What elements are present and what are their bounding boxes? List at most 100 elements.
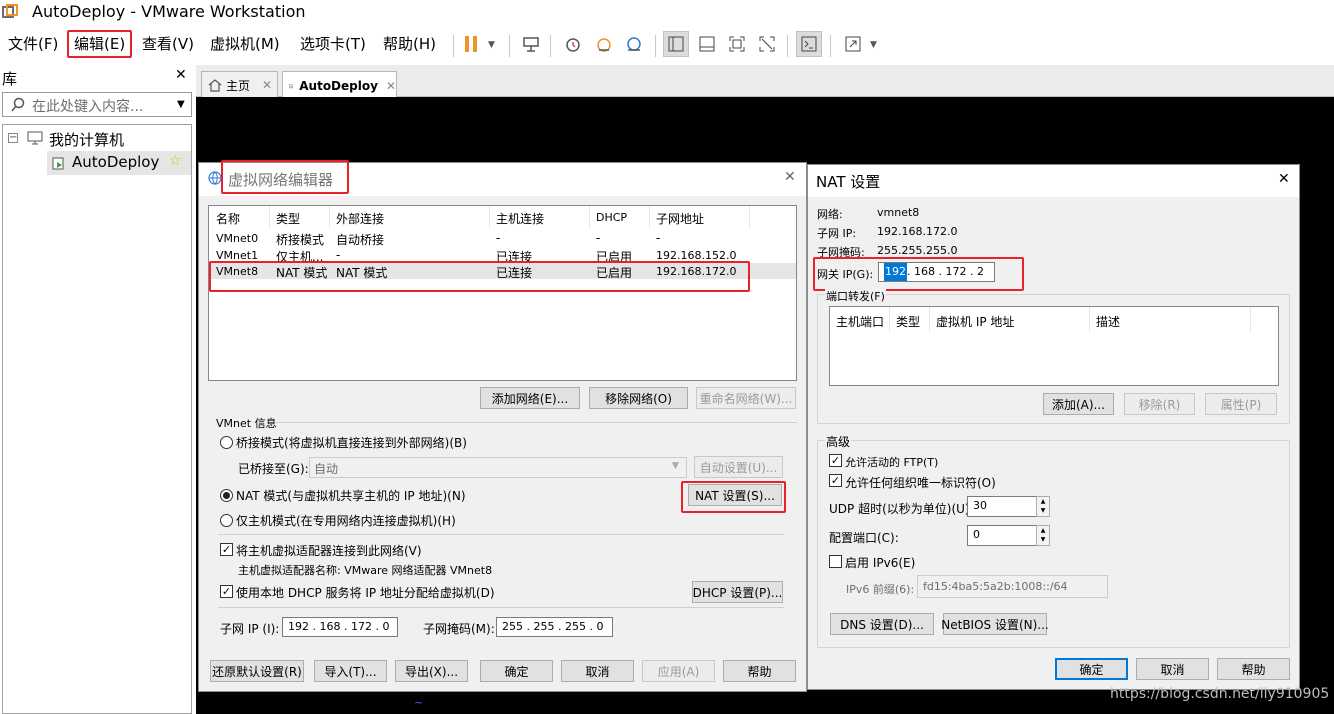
column-header[interactable]: DHCP xyxy=(596,211,627,224)
rename-network-button[interactable]: 重命名网络(W)... xyxy=(696,387,796,409)
hostonly-label: 仅主机模式(在专用网络内连接虚拟机)(H) xyxy=(236,514,456,528)
allow-oui-checkbox[interactable]: ✓ xyxy=(829,474,842,487)
subnet-ip-value: 192.168.172.0 xyxy=(877,225,958,238)
help-button[interactable]: 帮助 xyxy=(723,660,796,682)
tree-item-my-computer[interactable]: 我的计算机 xyxy=(49,129,124,150)
cancel-button[interactable]: 取消 xyxy=(1136,658,1209,680)
subnet-ip-label: 子网 IP (I): xyxy=(220,622,280,636)
nat-radio[interactable] xyxy=(220,489,233,502)
properties-button[interactable]: 属性(P) xyxy=(1205,393,1277,415)
tab-autodeploy[interactable]: AutoDeploy ✕ xyxy=(282,71,397,99)
hostonly-radio[interactable] xyxy=(220,514,233,527)
menu-tabs[interactable]: 选项卡(T) xyxy=(295,33,371,57)
bridged-to-label: 已桥接至(G): xyxy=(238,462,309,476)
close-icon[interactable]: ✕ xyxy=(175,67,187,83)
udp-timeout-input[interactable]: 30 xyxy=(967,496,1037,517)
enable-ipv6-checkbox[interactable] xyxy=(829,555,842,568)
ipv6-prefix-input[interactable]: fd15:4ba5:5a2b:1008::/64 xyxy=(917,575,1108,598)
chevron-down-icon[interactable]: ▼ xyxy=(177,99,185,110)
bridged-radio[interactable] xyxy=(220,436,233,449)
remove-button[interactable]: 移除(R) xyxy=(1124,393,1195,415)
export-button[interactable]: 导出(X)... xyxy=(395,660,468,682)
snapshot-icon[interactable] xyxy=(560,31,586,57)
allow-oui-label: 允许任何组织唯一标识符(O) xyxy=(845,476,996,490)
column-header[interactable]: 类型 xyxy=(276,210,300,227)
subnet-mask-input[interactable]: 255 . 255 . 255 . 0 xyxy=(496,617,613,637)
column-header[interactable]: 虚拟机 IP 地址 xyxy=(936,313,1014,330)
snapshot-manager-icon[interactable] xyxy=(621,31,647,57)
chevron-down-icon: ▼ xyxy=(672,461,679,471)
column-header[interactable]: 外部连接 xyxy=(336,210,384,227)
import-button[interactable]: 导入(T)... xyxy=(314,660,387,682)
send-keys-icon[interactable] xyxy=(518,31,544,57)
tab-label: AutoDeploy xyxy=(299,78,378,93)
chevron-down-icon[interactable]: ▼ xyxy=(488,40,495,50)
column-header[interactable]: 主机端口 xyxy=(836,313,884,330)
menu-edit[interactable]: 编辑(E) xyxy=(67,30,133,58)
favorite-star-icon[interactable]: ☆ xyxy=(169,153,182,169)
column-header[interactable]: 类型 xyxy=(896,313,920,330)
auto-settings-button[interactable]: 自动设置(U)... xyxy=(694,456,783,478)
udp-timeout-spinner[interactable]: ▲ ▼ xyxy=(1036,496,1050,517)
fullscreen-icon[interactable] xyxy=(724,31,750,57)
config-port-spinner[interactable]: ▲ ▼ xyxy=(1036,525,1050,546)
restore-defaults-button[interactable]: 还原默认设置(R) xyxy=(210,660,304,682)
vm-icon xyxy=(289,83,293,88)
menu-file[interactable]: 文件(F) xyxy=(3,33,63,57)
nat-label: NAT 模式(与虚拟机共享主机的 IP 地址)(N) xyxy=(236,489,466,503)
home-icon xyxy=(208,79,222,92)
use-dhcp-checkbox[interactable]: ✓ xyxy=(220,585,233,598)
connect-adapter-checkbox[interactable]: ✓ xyxy=(220,543,233,556)
config-port-input[interactable]: 0 xyxy=(967,525,1037,546)
spin-up-icon[interactable]: ▲ xyxy=(1037,497,1049,506)
tree-item-autodeploy[interactable]: AutoDeploy xyxy=(72,153,159,171)
ok-button[interactable]: 确定 xyxy=(1055,658,1128,680)
tab-home[interactable]: 主页 ✕ xyxy=(201,71,278,98)
netbios-settings-button[interactable]: NetBIOS 设置(N)... xyxy=(941,613,1049,635)
pause-icon[interactable] xyxy=(458,31,484,57)
cell: - xyxy=(496,231,501,245)
subnet-ip-input[interactable]: 192 . 168 . 172 . 0 xyxy=(282,617,398,637)
revert-snapshot-icon[interactable] xyxy=(591,31,617,57)
column-header[interactable]: 名称 xyxy=(216,210,240,227)
thumbnail-bar-icon[interactable] xyxy=(694,31,720,57)
sidebar-toggle-icon[interactable] xyxy=(663,31,689,57)
bridged-to-select[interactable] xyxy=(309,457,687,478)
close-icon[interactable]: ✕ xyxy=(262,78,272,92)
close-icon[interactable]: ✕ xyxy=(386,79,396,93)
dhcp-settings-button[interactable]: DHCP 设置(P)... xyxy=(692,581,783,603)
cell: - xyxy=(596,231,601,245)
subnet-mask-label: 子网掩码(M): xyxy=(423,622,495,636)
vmware-logo-icon xyxy=(2,4,18,18)
unity-icon[interactable] xyxy=(754,31,780,57)
ok-button[interactable]: 确定 xyxy=(480,660,553,682)
spin-up-icon[interactable]: ▲ xyxy=(1037,526,1049,535)
spin-down-icon[interactable]: ▼ xyxy=(1037,506,1049,515)
allow-ftp-checkbox[interactable]: ✓ xyxy=(829,454,842,467)
group-label: 端口转发(F) xyxy=(825,288,886,304)
network-globe-icon xyxy=(208,171,222,185)
menu-view[interactable]: 查看(V) xyxy=(137,33,199,57)
stretch-icon[interactable] xyxy=(840,31,866,57)
column-header[interactable]: 主机连接 xyxy=(496,210,544,227)
column-header[interactable]: 子网地址 xyxy=(656,210,704,227)
apply-button[interactable]: 应用(A) xyxy=(642,660,715,682)
help-button[interactable]: 帮助 xyxy=(1217,658,1290,680)
subnet-ip-label: 子网 IP: xyxy=(817,227,857,240)
column-header[interactable]: 描述 xyxy=(1096,313,1120,330)
dns-settings-button[interactable]: DNS 设置(D)... xyxy=(830,613,934,635)
menu-help[interactable]: 帮助(H) xyxy=(378,33,441,57)
add-button[interactable]: 添加(A)... xyxy=(1043,393,1114,415)
cancel-button[interactable]: 取消 xyxy=(561,660,634,682)
cell: 桥接模式 xyxy=(276,233,325,247)
chevron-down-icon[interactable]: ▼ xyxy=(870,40,877,50)
add-network-button[interactable]: 添加网络(E)... xyxy=(480,387,580,409)
menu-vm[interactable]: 虚拟机(M) xyxy=(205,33,285,57)
console-icon[interactable] xyxy=(796,31,822,57)
collapse-icon[interactable]: − xyxy=(8,133,18,143)
close-icon[interactable]: ✕ xyxy=(1278,171,1290,187)
remove-network-button[interactable]: 移除网络(O) xyxy=(589,387,688,409)
computer-icon xyxy=(27,131,43,145)
close-icon[interactable]: ✕ xyxy=(784,169,796,185)
spin-down-icon[interactable]: ▼ xyxy=(1037,535,1049,544)
